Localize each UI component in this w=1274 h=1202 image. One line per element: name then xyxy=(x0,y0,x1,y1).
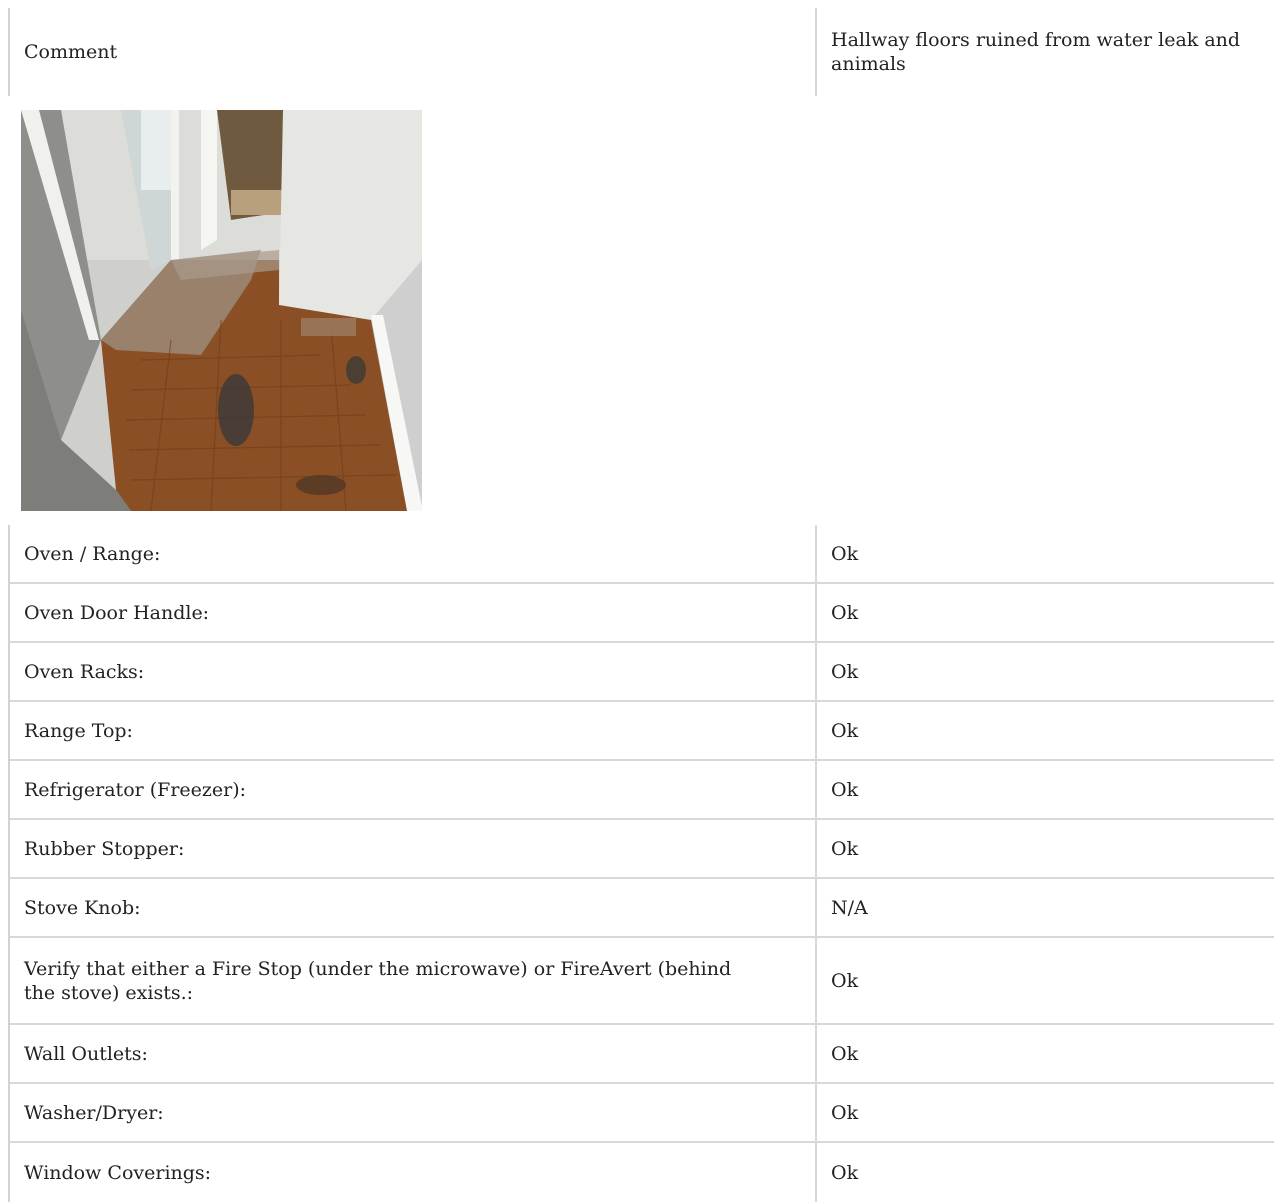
item-value: Ok xyxy=(831,778,859,801)
table-row: Verify that either a Fire Stop (under th… xyxy=(10,938,1274,1025)
item-label: Wall Outlets: xyxy=(10,1025,817,1082)
item-value: Ok xyxy=(831,1042,859,1065)
inspection-table: Oven / Range: Ok Oven Door Handle: Ok Ov… xyxy=(8,525,1274,1202)
comment-table: Comment Hallway floors ruined from water… xyxy=(8,8,1274,96)
item-label: Window Coverings: xyxy=(10,1143,817,1202)
item-label: Refrigerator (Freezer): xyxy=(10,761,817,818)
item-value: Ok xyxy=(831,1101,859,1124)
item-value: Ok xyxy=(831,601,859,624)
comment-row: Comment Hallway floors ruined from water… xyxy=(10,8,1274,96)
table-row: Oven Racks: Ok xyxy=(10,643,1274,702)
item-label: Rubber Stopper: xyxy=(10,820,817,877)
table-row: Oven Door Handle: Ok xyxy=(10,584,1274,643)
item-label: Range Top: xyxy=(10,702,817,759)
item-value: Ok xyxy=(831,969,859,992)
item-label: Oven Racks: xyxy=(10,643,817,700)
item-label: Stove Knob: xyxy=(10,879,817,936)
table-row: Washer/Dryer: Ok xyxy=(10,1084,1274,1143)
table-row: Oven / Range: Ok xyxy=(10,525,1274,584)
item-value: Ok xyxy=(831,1161,859,1184)
table-row: Stove Knob: N/A xyxy=(10,879,1274,938)
comment-value: Hallway floors ruined from water leak an… xyxy=(831,29,1241,75)
table-row: Rubber Stopper: Ok xyxy=(10,820,1274,879)
item-label: Oven Door Handle: xyxy=(10,584,817,641)
table-row: Window Coverings: Ok xyxy=(10,1143,1274,1202)
item-label: Washer/Dryer: xyxy=(10,1084,817,1141)
hallway-photo[interactable] xyxy=(21,110,422,511)
item-value: Ok xyxy=(831,837,859,860)
item-value: N/A xyxy=(831,896,868,919)
table-row: Wall Outlets: Ok xyxy=(10,1025,1274,1084)
item-value: Ok xyxy=(831,719,859,742)
item-value: Ok xyxy=(831,542,859,565)
item-label: Oven / Range: xyxy=(10,525,817,582)
item-value: Ok xyxy=(831,660,859,683)
table-row: Range Top: Ok xyxy=(10,702,1274,761)
comment-label: Comment xyxy=(10,8,817,96)
table-row: Refrigerator (Freezer): Ok xyxy=(10,761,1274,820)
item-label: Verify that either a Fire Stop (under th… xyxy=(10,938,817,1023)
